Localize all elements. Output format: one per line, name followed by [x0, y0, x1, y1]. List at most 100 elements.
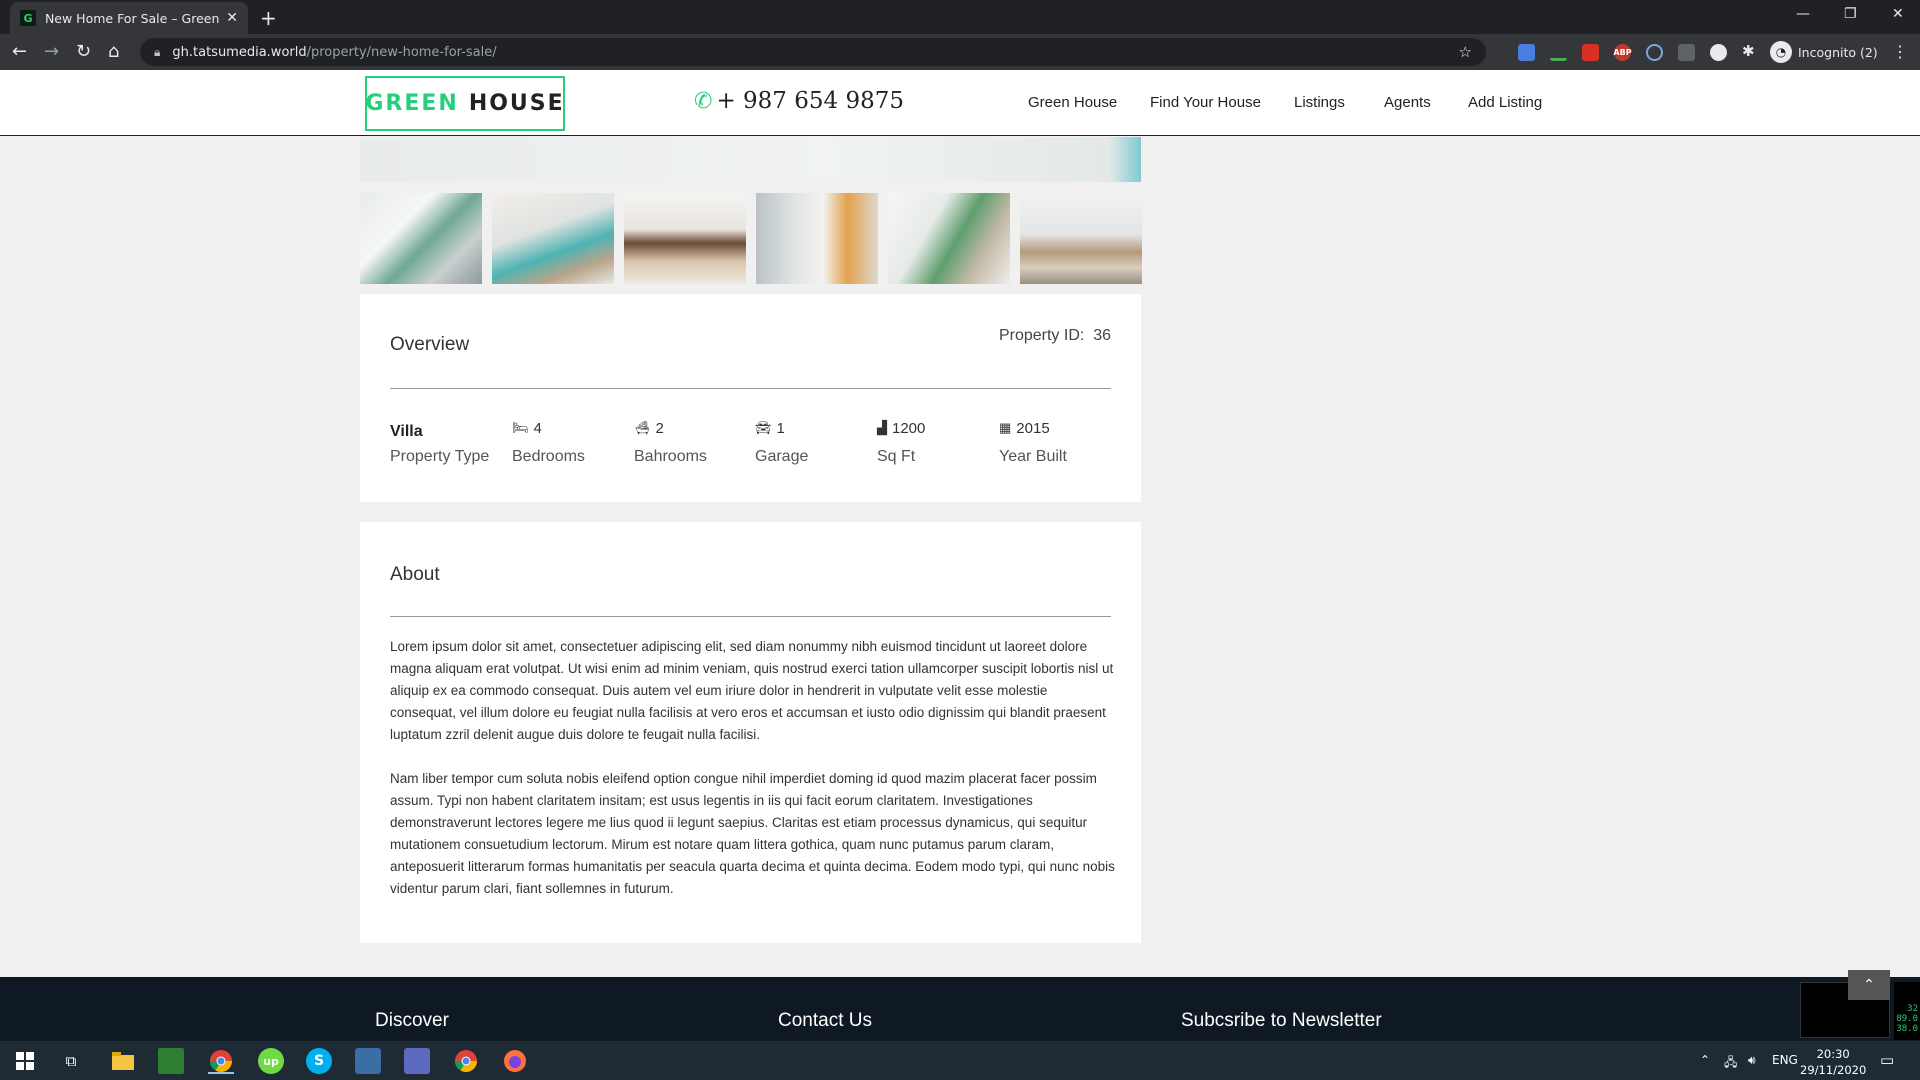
header-phone: ✆ + 987 654 9875 — [694, 88, 904, 114]
file-explorer-icon[interactable] — [110, 1048, 136, 1074]
chevron-up-icon: ⌃ — [1863, 977, 1875, 993]
nav-find-your-house[interactable]: Find Your House — [1150, 94, 1261, 111]
gallery-thumbnail[interactable] — [888, 193, 1010, 284]
about-title: About — [390, 564, 440, 585]
year-built-label: Year Built — [999, 448, 1067, 465]
feature-bathrooms: 🛁︎ 2 Bahrooms — [634, 418, 707, 466]
garage-value: 1 — [776, 419, 785, 437]
restore-icon[interactable]: ❐ — [1844, 6, 1857, 22]
reload-icon[interactable]: ↻ — [76, 41, 91, 62]
main-gallery-image — [360, 137, 1141, 182]
feature-garage: 🚘︎ 1 Garage — [755, 418, 808, 466]
extensions-puzzle-icon[interactable]: ✱ — [1742, 42, 1759, 60]
task-view-icon[interactable]: ⧉ — [58, 1048, 84, 1074]
windows-start-icon[interactable] — [12, 1048, 38, 1074]
active-app-indicator — [208, 1072, 234, 1074]
new-tab-icon[interactable]: + — [260, 6, 277, 30]
bookmark-star-icon[interactable]: ☆ — [1459, 43, 1472, 61]
url-host: gh.tatsumedia.world — [172, 44, 307, 60]
link-extension-icon[interactable] — [1646, 44, 1663, 61]
firefox-icon[interactable] — [502, 1048, 528, 1074]
nav-agents[interactable]: Agents — [1384, 94, 1431, 111]
browser-menu-icon[interactable]: ⋮ — [1892, 42, 1908, 61]
close-window-icon[interactable]: ✕ — [1892, 6, 1904, 22]
phone-icon: ✆ — [694, 88, 713, 114]
site-logo[interactable]: GREEN HOUSE — [365, 76, 565, 131]
incognito-extension-icon[interactable] — [1710, 44, 1727, 61]
lock-icon: 🔒︎ — [154, 44, 161, 59]
bathrooms-label: Bahrooms — [634, 448, 707, 465]
tab-close-icon[interactable]: ✕ — [226, 10, 238, 26]
footer-newsletter-heading: Subcsribe to Newsletter — [1181, 1010, 1382, 1031]
notifications-icon[interactable]: ▭ — [1880, 1051, 1894, 1069]
bath-icon: 🛁︎ — [634, 420, 651, 435]
system-monitor-readout: 32 89.0 38.0 — [1894, 982, 1920, 1040]
about-divider — [390, 616, 1111, 617]
translate-extension-icon[interactable] — [1518, 44, 1535, 61]
tray-chevron-icon[interactable]: ⌃ — [1700, 1053, 1710, 1067]
about-paragraph-2: Nam liber tempor cum soluta nobis eleife… — [390, 771, 1115, 896]
gallery-thumbnail[interactable] — [492, 193, 614, 284]
nav-listings[interactable]: Listings — [1294, 94, 1345, 111]
logo-word-green: GREEN — [365, 91, 459, 116]
gallery-thumbnail[interactable] — [360, 193, 482, 284]
nav-green-house[interactable]: Green House — [1028, 94, 1117, 111]
property-type-value: Villa — [390, 423, 423, 440]
home-icon[interactable]: ⌂ — [108, 41, 119, 62]
incognito-label: Incognito (2) — [1798, 44, 1878, 60]
network-tool-icon[interactable] — [404, 1048, 430, 1074]
adblock-plus-icon[interactable]: ABP — [1613, 44, 1632, 61]
bed-icon: 🛏︎ — [512, 420, 529, 435]
area-chart-icon: ▟ — [877, 420, 887, 435]
remote-desktop-icon[interactable] — [355, 1048, 381, 1074]
taskbar-clock[interactable]: 20:30 29/11/2020 — [1800, 1046, 1866, 1078]
scroll-to-top-button[interactable]: ⌃ — [1848, 970, 1890, 1000]
nav-add-listing[interactable]: Add Listing — [1468, 94, 1542, 111]
gallery-thumbnail[interactable] — [756, 193, 878, 284]
forward-icon[interactable]: → — [44, 41, 59, 62]
upwork-icon[interactable]: up — [258, 1048, 284, 1074]
about-paragraph-1: Lorem ipsum dolor sit amet, consectetuer… — [390, 639, 1114, 742]
gallery-thumbnail[interactable] — [624, 193, 746, 284]
property-type-label: Property Type — [390, 448, 490, 465]
clock-time: 20:30 — [1816, 1047, 1850, 1061]
red-extension-icon[interactable] — [1582, 44, 1599, 61]
back-icon[interactable]: ← — [12, 41, 27, 62]
feature-area: ▟ 1200 Sq Ft — [877, 418, 925, 466]
incognito-profile-button[interactable]: ◔ Incognito (2) — [1770, 40, 1878, 64]
address-bar[interactable]: 🔒︎ gh.tatsumedia.world /property/new-hom… — [140, 38, 1486, 66]
car-icon: 🚘︎ — [755, 420, 772, 435]
feature-property-type: Villa Property Type — [390, 418, 489, 466]
logo-word-house: HOUSE — [468, 91, 565, 116]
gallery-thumbnail[interactable] — [1020, 193, 1142, 284]
chrome-secondary-icon[interactable] — [453, 1048, 479, 1074]
url-path: /property/new-home-for-sale/ — [306, 44, 497, 60]
property-id: Property ID: 36 — [999, 327, 1111, 345]
analytics-extension-icon[interactable] — [1550, 44, 1567, 61]
chrome-taskbar-icon[interactable] — [208, 1048, 234, 1074]
windows-taskbar: ⧉ up S ⌃ 🖧︎ 🔊︎ ENG 20:30 29/11/2020 ▭ — [0, 1041, 1920, 1080]
bathrooms-value: 2 — [655, 419, 664, 437]
minimize-icon[interactable]: — — [1796, 6, 1810, 22]
monitor-value-1: 32 — [1907, 1004, 1918, 1014]
property-id-value: 36 — [1093, 327, 1111, 344]
calendar-icon: ▦ — [999, 420, 1012, 435]
feature-year-built: ▦ 2015 Year Built — [999, 418, 1067, 466]
year-built-value: 2015 — [1016, 419, 1050, 437]
about-card: About Lorem ipsum dolor sit amet, consec… — [360, 522, 1141, 943]
network-icon[interactable]: 🖧︎ — [1724, 1053, 1737, 1074]
tools-extension-icon[interactable] — [1678, 44, 1695, 61]
phone-number: + 987 654 9875 — [716, 88, 904, 114]
garage-label: Garage — [755, 448, 809, 465]
language-indicator[interactable]: ENG — [1772, 1053, 1798, 1067]
browser-toolbar: ← → ↻ ⌂ 🔒︎ gh.tatsumedia.world /property… — [0, 34, 1920, 70]
overview-title: Overview — [390, 334, 470, 355]
overview-divider — [390, 388, 1111, 389]
site-favicon-icon: G — [20, 10, 36, 26]
monitor-value-3: 38.0 — [1896, 1024, 1918, 1034]
spreadsheet-app-icon[interactable] — [158, 1048, 184, 1074]
area-value: 1200 — [892, 419, 926, 437]
browser-tab-active[interactable]: G New Home For Sale – Green House ✕ — [10, 2, 248, 34]
volume-icon[interactable]: 🔊︎ — [1748, 1053, 1756, 1068]
skype-icon[interactable]: S — [306, 1048, 332, 1074]
